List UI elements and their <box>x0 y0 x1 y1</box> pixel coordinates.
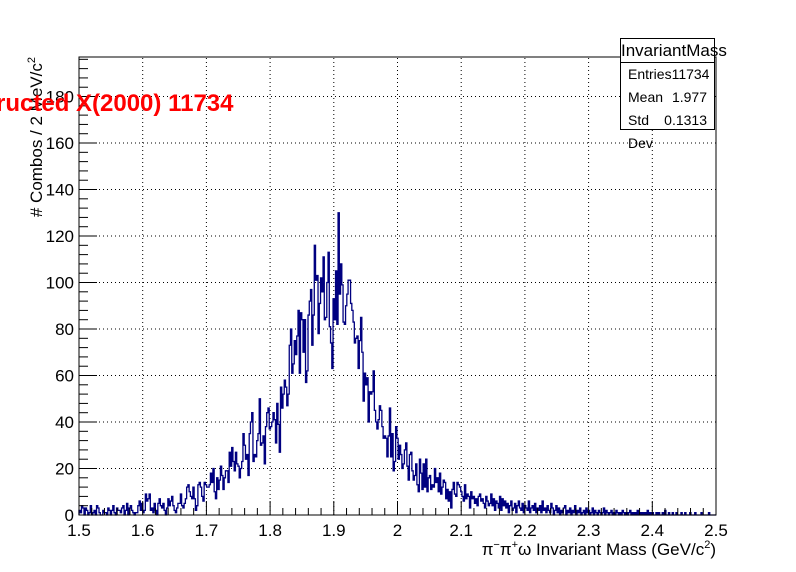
x-tick-label: 1.9 <box>322 521 346 540</box>
y-tick-label: 20 <box>55 460 74 479</box>
y-tick-label: 80 <box>55 320 74 339</box>
x-axis-title-part: ) <box>710 540 716 559</box>
x-tick-label: 2.3 <box>577 521 601 540</box>
x-tick-label: 2.5 <box>704 521 728 540</box>
x-tick-label: 1.7 <box>195 521 219 540</box>
x-axis-title-part: ω Invariant Mass (GeV/c <box>518 540 705 559</box>
stats-label: Entries <box>628 66 672 82</box>
x-axis-title: π−π+ω Invariant Mass (GeV/c2) <box>482 539 716 559</box>
stats-value: 0.1313 <box>664 112 707 128</box>
stats-value: 11734 <box>671 66 710 82</box>
x-tick-label: 1.6 <box>131 521 155 540</box>
overlay-title: ructed X(2000) 11734 <box>0 90 234 117</box>
y-axis-title-part: # Combos / 2 MeV/c <box>27 63 46 218</box>
y-tick-label: 60 <box>55 367 74 386</box>
stats-box-title: InvariantMass <box>621 39 727 63</box>
stats-label: Std Dev <box>628 112 653 151</box>
stats-row-entries: Entries 11734 <box>621 63 714 86</box>
x-tick-label: 2 <box>393 521 402 540</box>
y-axis-title-sup: 2 <box>26 57 38 63</box>
y-tick-label: 100 <box>46 274 74 293</box>
y-tick-label: 160 <box>46 134 74 153</box>
y-tick-label: 0 <box>65 506 74 525</box>
y-tick-label: 140 <box>46 181 74 200</box>
x-axis-title-part: π <box>500 540 512 559</box>
y-tick-label: 120 <box>46 227 74 246</box>
stats-label: Mean <box>628 89 664 105</box>
x-axis-title-part: π <box>482 540 494 559</box>
y-axis-title: # Combos / 2 MeV/c2 <box>26 57 46 217</box>
x-tick-label: 2.4 <box>640 521 664 540</box>
stats-box: InvariantMass Entries 11734 Mean 1.977 S… <box>620 38 727 151</box>
stats-row-stddev: Std Dev 0.1313 <box>621 109 714 151</box>
x-tick-label: 1.8 <box>258 521 282 540</box>
y-tick-label: 40 <box>55 413 74 432</box>
x-tick-label: 2.2 <box>513 521 537 540</box>
stats-row-mean: Mean 1.977 <box>621 86 714 109</box>
stats-value: 1.977 <box>671 89 707 105</box>
x-tick-label: 2.1 <box>449 521 473 540</box>
